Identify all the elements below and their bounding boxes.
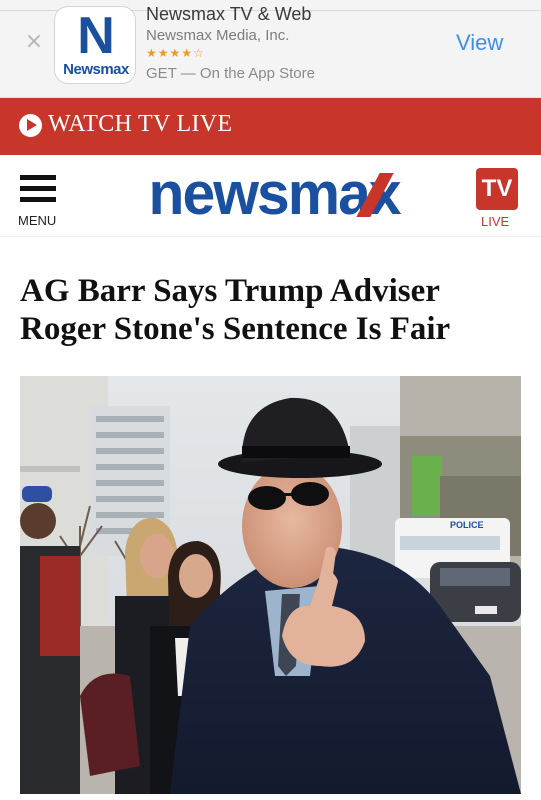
- play-icon: [19, 114, 42, 137]
- app-get-text: GET — On the App Store: [146, 65, 315, 82]
- article-headline[interactable]: AG Barr Says Trump Adviser Roger Stone's…: [20, 272, 530, 348]
- tv-live-button[interactable]: TV LIVE: [476, 168, 520, 230]
- hamburger-icon: [20, 175, 56, 180]
- article-photo-image: POLICE: [20, 376, 521, 794]
- hamburger-icon-bar: [20, 197, 56, 202]
- watch-tv-live-bar[interactable]: WATCH TV LIVE: [0, 98, 541, 155]
- newsmax-logo[interactable]: newsmax: [146, 163, 402, 225]
- article-photo[interactable]: POLICE: [20, 376, 521, 794]
- tv-icon: TV: [476, 168, 518, 210]
- app-icon-letter: N: [77, 7, 115, 65]
- menu-label: MENU: [18, 213, 57, 228]
- rating-stars-icon: ★★★★☆: [146, 46, 205, 60]
- watch-tv-live-label: WATCH TV LIVE: [48, 111, 233, 137]
- menu-button[interactable]: MENU: [18, 173, 62, 229]
- tv-label: TV: [481, 175, 513, 202]
- app-icon[interactable]: N Newsmax: [54, 6, 136, 84]
- view-button[interactable]: View: [456, 30, 503, 56]
- hamburger-icon-bar: [20, 186, 56, 191]
- live-label: LIVE: [481, 214, 510, 229]
- app-icon-word: Newsmax: [63, 61, 129, 78]
- close-icon[interactable]: ×: [22, 30, 46, 54]
- app-name: Newsmax TV & Web: [146, 4, 312, 24]
- app-store-banner: × N Newsmax Newsmax TV & Web Newsmax Med…: [0, 0, 541, 98]
- police-text: POLICE: [450, 520, 484, 530]
- app-publisher: Newsmax Media, Inc.: [146, 27, 290, 44]
- site-header: MENU newsmax TV LIVE: [0, 155, 541, 237]
